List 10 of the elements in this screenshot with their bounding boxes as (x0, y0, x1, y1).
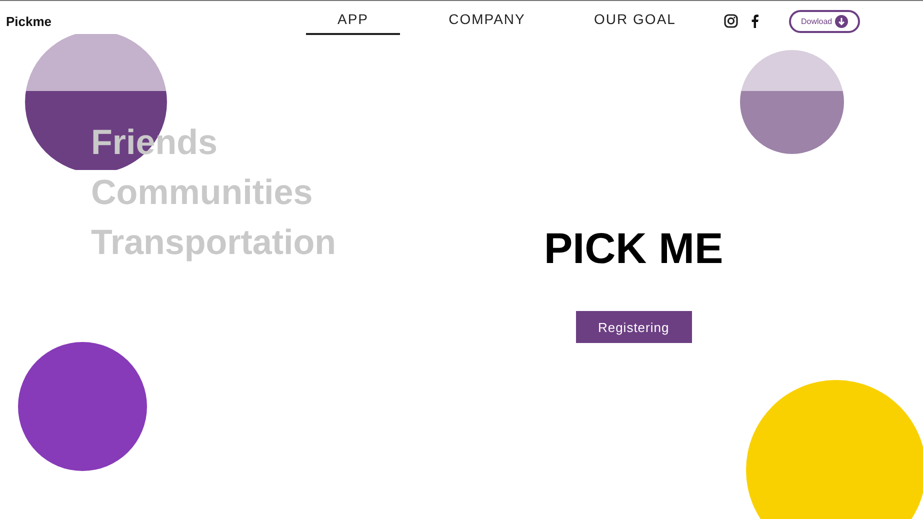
brand-logo[interactable]: Pickme (6, 14, 306, 28)
nav-tab[interactable]: COMPANY (440, 7, 534, 35)
instagram-icon[interactable] (724, 14, 738, 28)
register-button[interactable]: Registering (576, 311, 692, 343)
download-button[interactable]: Dowload (789, 10, 860, 32)
nav-tab[interactable]: OUR GOAL (588, 7, 682, 35)
nav-tab[interactable]: APP (306, 7, 400, 35)
facebook-icon[interactable] (751, 14, 759, 28)
download-icon (835, 14, 848, 28)
hero-title: PICK ME (544, 224, 724, 274)
